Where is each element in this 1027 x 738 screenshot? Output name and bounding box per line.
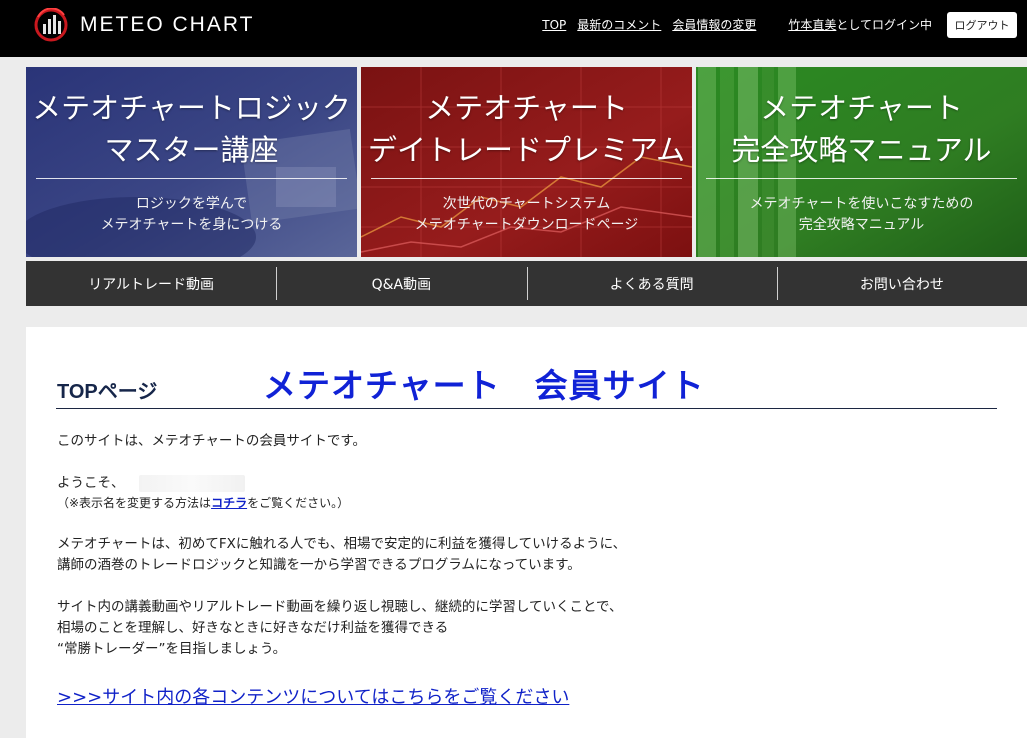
note-suffix: をご覧ください。） — [247, 496, 350, 510]
login-status: 竹本直美としてログイン中 — [768, 16, 932, 33]
para2-line2: 相場のことを理解し、好きなときに好きなだけ利益を獲得できる — [57, 620, 449, 636]
login-suffix: としてログイン中 — [836, 18, 932, 32]
banner-manual-title-line2: 完全攻略マニュアル — [731, 133, 992, 167]
nav-latest-comments-link[interactable]: 最新のコメント — [577, 16, 661, 33]
banner-manual-sub-line2: 完全攻略マニュアル — [798, 217, 925, 233]
sub-nav: リアルトレード動画 Q&A動画 よくある質問 お問い合わせ — [26, 261, 1027, 306]
banner-divider — [371, 178, 682, 179]
page-title: TOPページ — [57, 381, 158, 403]
banner-logic-sub-line1: ロジックを学んで — [135, 196, 248, 212]
para2-line1: サイト内の講義動画やリアルトレード動画を繰り返し視聴し、継続的に学習していくこと… — [57, 599, 623, 615]
site-logo[interactable]: METEO CHART — [34, 8, 294, 42]
banner-daytrade-title-line1: メテオチャート — [425, 91, 628, 125]
banner-daytrade-title-line2: デイトレードプレミアム — [368, 133, 685, 167]
course-banners: メテオチャートロジック マスター講座 ロジックを学んで メテオチャートを身につけ… — [26, 67, 1027, 257]
banner-daytrade-sub-line2: メテオチャートダウンロードページ — [414, 217, 639, 233]
sub-nav-qa-videos[interactable]: Q&A動画 — [276, 261, 526, 306]
para1-line1: メテオチャートは、初めてFXに触れる人でも、相場で安定的に利益を獲得していけるよ… — [57, 536, 627, 552]
banner-manual-sub-line1: メテオチャートを使いこなすための — [749, 196, 974, 212]
meteo-chart-logo-icon — [34, 8, 68, 42]
main-content: TOPページ メテオチャート 会員サイト このサイトは、メテオチャートの会員サイ… — [26, 327, 1027, 738]
banner-divider — [36, 178, 347, 179]
nav-member-info-link[interactable]: 会員情報の変更 — [672, 16, 756, 33]
welcome-row: ようこそ、 — [57, 473, 977, 494]
banner-logic-sub-line2: メテオチャートを身につける — [100, 217, 283, 233]
note-prefix: （※表示名を変更する方法は — [57, 496, 212, 510]
banner-divider — [706, 178, 1017, 179]
banner-complete-manual[interactable]: メテオチャート 完全攻略マニュアル メテオチャートを使いこなすための 完全攻略マ… — [696, 67, 1027, 257]
banner-manual-title: メテオチャート 完全攻略マニュアル — [696, 87, 1027, 171]
logout-button[interactable]: ログアウト — [947, 12, 1017, 38]
banner-logic-title: メテオチャートロジック マスター講座 — [26, 87, 357, 171]
user-name-placeholder — [138, 475, 245, 492]
display-name-note: （※表示名を変更する方法はコチラをご覧ください。） — [57, 494, 977, 513]
sub-nav-faq[interactable]: よくある質問 — [526, 261, 777, 306]
para1-line2: 講師の酒巻のトレードロジックと知識を一から学習できるプログラムになっています。 — [57, 557, 581, 573]
intro-text: このサイトは、メテオチャートの会員サイトです。 — [57, 433, 367, 449]
welcome-text: ようこそ、 — [57, 475, 125, 491]
banner-daytrade-title: メテオチャート デイトレードプレミアム — [361, 87, 692, 171]
banner-daytrade-subtitle: 次世代のチャートシステム メテオチャートダウンロードページ — [361, 194, 692, 236]
banner-logic-title-line2: マスター講座 — [104, 133, 279, 167]
top-nav: TOP 最新のコメント 会員情報の変更 竹本直美としてログイン中 — [531, 16, 932, 33]
banner-logic-title-line1: メテオチャートロジック — [32, 91, 351, 125]
banner-logic-master-course[interactable]: メテオチャートロジック マスター講座 ロジックを学んで メテオチャートを身につけ… — [26, 67, 357, 257]
sub-nav-contact[interactable]: お問い合わせ — [776, 261, 1027, 306]
banner-manual-subtitle: メテオチャートを使いこなすための 完全攻略マニュアル — [696, 194, 1027, 236]
site-contents-link[interactable]: >>>サイト内の各コンテンツについてはこちらをご覧ください — [57, 683, 569, 709]
sub-nav-real-trade-videos[interactable]: リアルトレード動画 — [26, 261, 276, 306]
banner-logic-subtitle: ロジックを学んで メテオチャートを身につける — [26, 194, 357, 236]
site-title: メテオチャート 会員サイト — [263, 366, 705, 405]
para2-line3: “常勝トレーダー”を目指しましょう。 — [57, 641, 287, 657]
change-display-name-link[interactable]: コチラ — [211, 496, 247, 510]
nav-top-link[interactable]: TOP — [542, 18, 566, 32]
site-header: METEO CHART TOP 最新のコメント 会員情報の変更 竹本直美としてロ… — [0, 0, 1027, 57]
heading-row: TOPページ メテオチャート 会員サイト — [56, 357, 997, 409]
banner-daytrade-sub-line1: 次世代のチャートシステム — [442, 196, 611, 212]
logo-text: METEO CHART — [80, 13, 255, 36]
banner-manual-title-line1: メテオチャート — [760, 91, 963, 125]
login-user-name-link[interactable]: 竹本直美 — [768, 18, 836, 32]
body-text: このサイトは、メテオチャートの会員サイトです。 ようこそ、 （※表示名を変更する… — [57, 431, 977, 660]
banner-daytrade-premium[interactable]: メテオチャート デイトレードプレミアム 次世代のチャートシステム メテオチャート… — [361, 67, 692, 257]
